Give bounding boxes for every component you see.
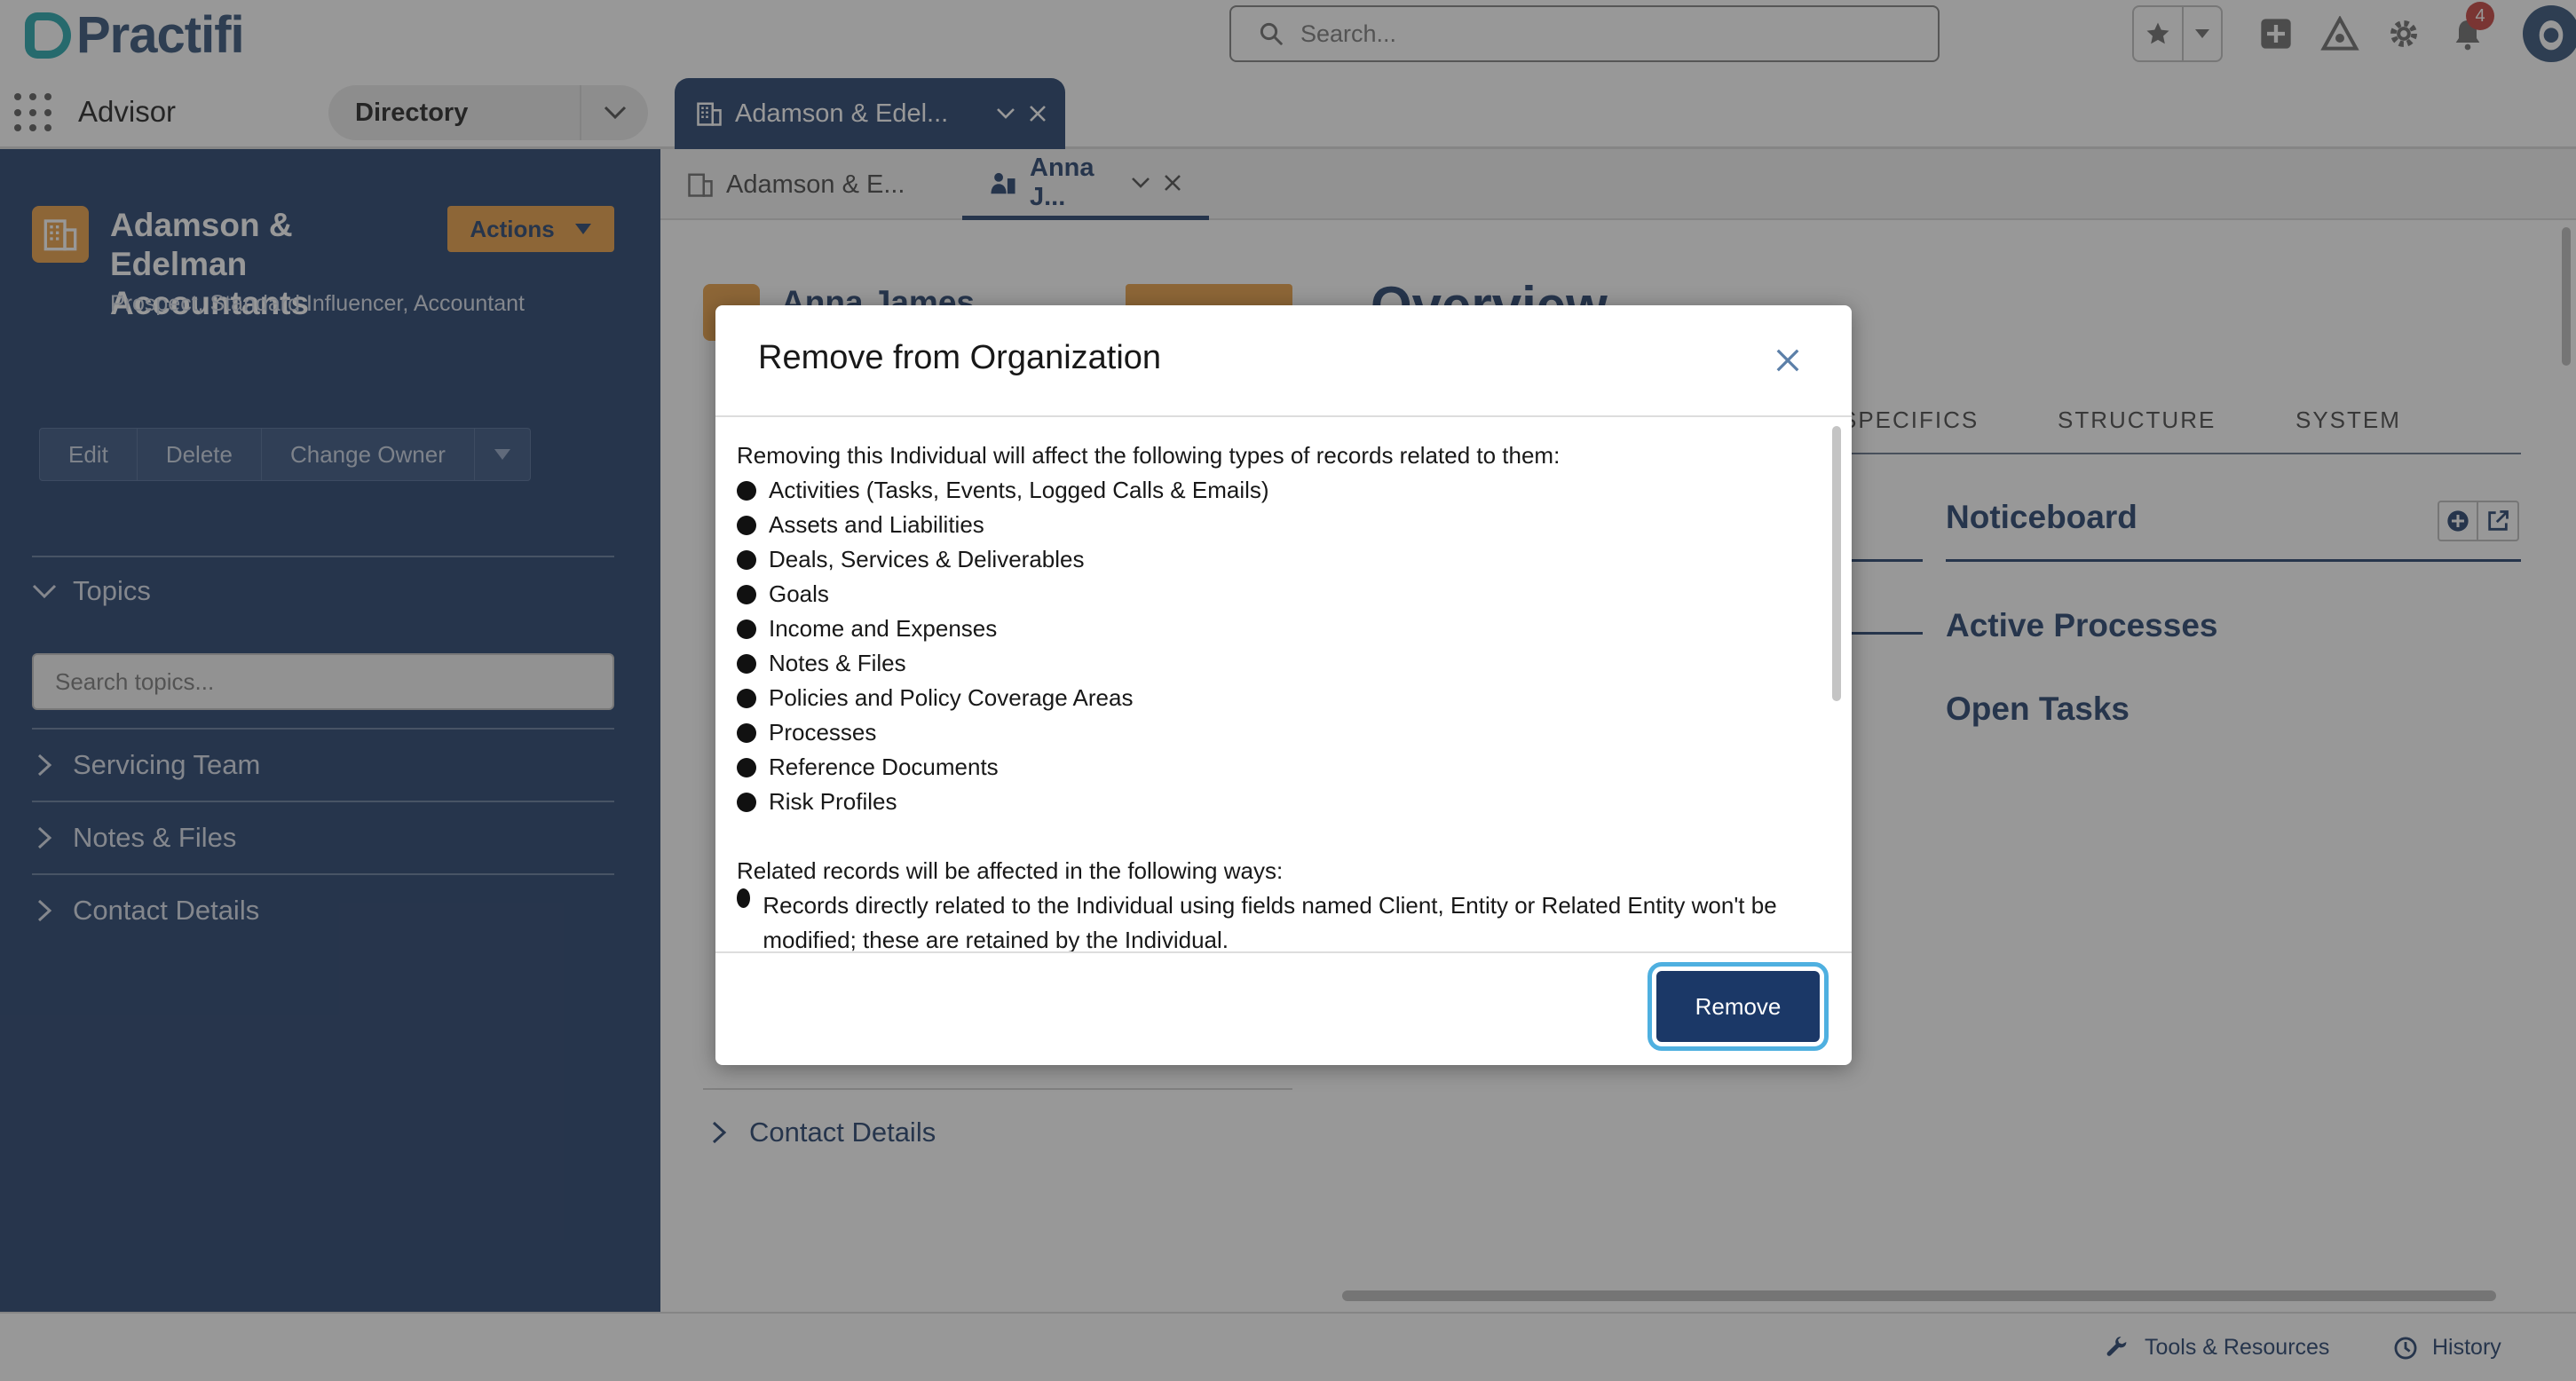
remove-from-organization-modal: Remove from Organization Removing this I… — [715, 305, 1852, 1065]
close-icon — [1776, 349, 1799, 372]
affected-ways-list: Records directly related to the Individu… — [737, 888, 1798, 951]
list-item: Deals, Services & Deliverables — [737, 542, 1798, 577]
list-item: Goals — [737, 577, 1798, 612]
modal-footer: Remove — [715, 951, 1852, 1065]
modal-body[interactable]: Removing this Individual will affect the… — [715, 417, 1852, 951]
modal-ways-intro-text: Related records will be affected in the … — [737, 857, 1284, 884]
list-item: Activities (Tasks, Events, Logged Calls … — [737, 473, 1798, 508]
list-item: Records directly related to the Individu… — [737, 888, 1798, 951]
modal-scrollbar[interactable] — [1832, 426, 1841, 701]
modal-close-button[interactable] — [1768, 341, 1807, 380]
list-item: Reference Documents — [737, 750, 1798, 785]
list-item: Income and Expenses — [737, 612, 1798, 646]
affected-record-types-list: Activities (Tasks, Events, Logged Calls … — [737, 473, 1798, 819]
remove-button[interactable]: Remove — [1648, 962, 1829, 1051]
modal-title: Remove from Organization — [758, 339, 1162, 376]
modal-header: Remove from Organization — [715, 305, 1852, 417]
list-item: Assets and Liabilities — [737, 508, 1798, 542]
list-item: Notes & Files — [737, 646, 1798, 681]
list-item: Policies and Policy Coverage Areas — [737, 681, 1798, 715]
modal-intro-text: Removing this Individual will affect the… — [737, 442, 1561, 469]
list-item: Processes — [737, 715, 1798, 750]
list-item: Risk Profiles — [737, 785, 1798, 819]
